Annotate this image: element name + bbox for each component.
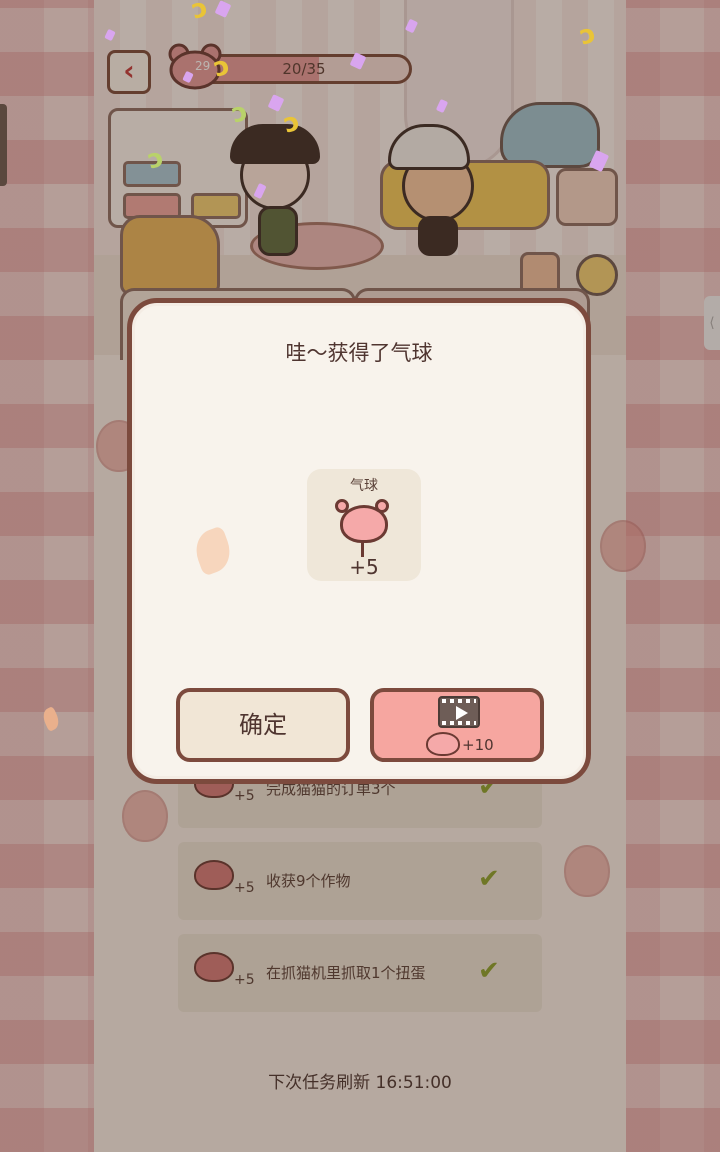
confirm-button[interactable]: 确定 [176,688,350,762]
video-bonus-amount: +10 [462,736,494,754]
reward-dialog: 哇～获得了气球 气球 +5 确定 +10 [127,298,591,784]
reward-amount: +5 [349,555,379,579]
balloon-icon [426,732,460,756]
watch-video-bonus-button[interactable]: +10 [370,688,544,762]
dialog-title: 哇～获得了气球 [285,341,433,365]
reward-item-card: 气球 +5 [307,469,421,581]
reward-name: 气球 [350,478,378,494]
balloon-body [340,505,388,543]
video-icon [438,696,480,728]
